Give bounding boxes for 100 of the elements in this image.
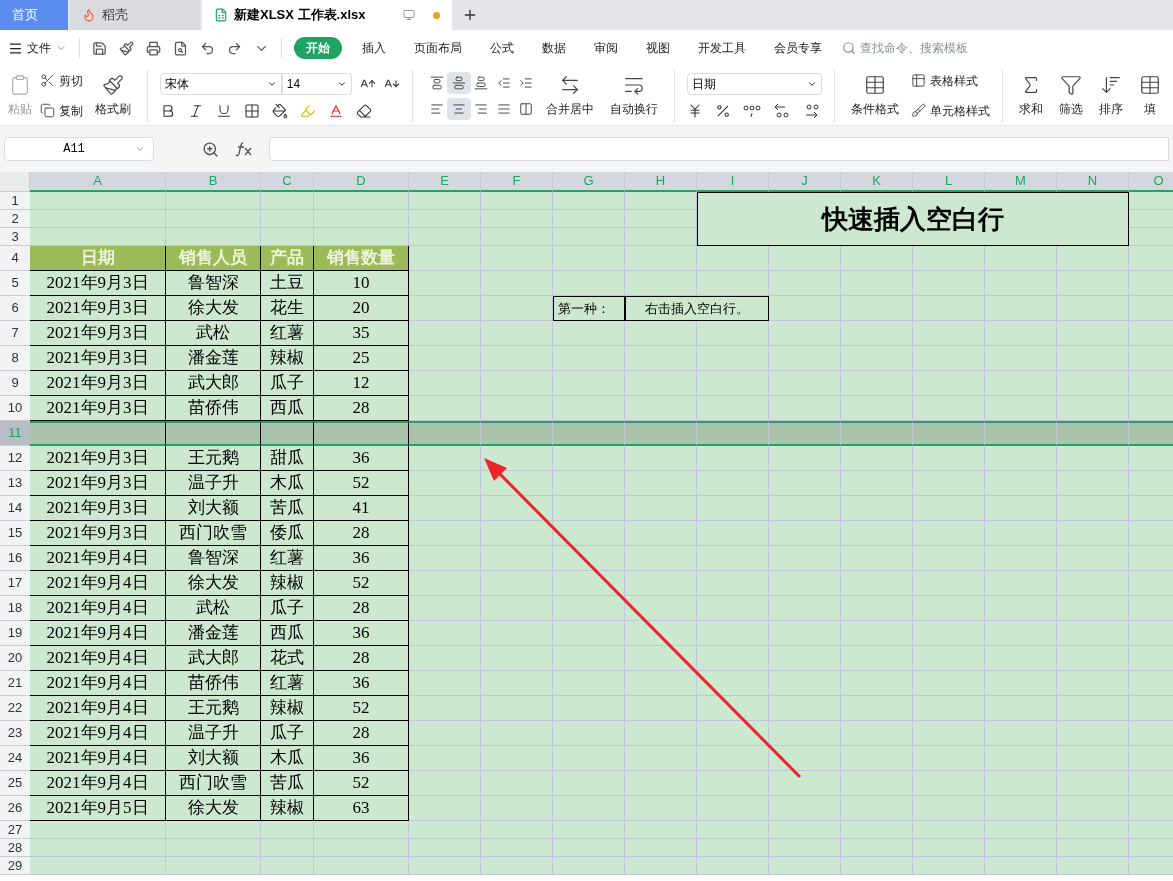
grid-cell — [841, 721, 913, 746]
ribbon-tab[interactable]: 页面布局 — [406, 37, 470, 59]
grid-cell — [1129, 446, 1173, 471]
grid-cell — [913, 521, 985, 546]
ribbon-tab[interactable]: 视图 — [638, 37, 678, 59]
print-preview-icon[interactable] — [173, 40, 188, 56]
row-header[interactable]: 18 — [0, 596, 30, 621]
font-size-field[interactable]: 14 — [281, 72, 352, 95]
increase-decimal-icon[interactable] — [773, 102, 792, 119]
search-field[interactable]: 查找命令、搜索模板 — [842, 39, 980, 57]
borders-icon[interactable] — [243, 102, 260, 119]
font-color-icon[interactable] — [327, 102, 344, 119]
row-header[interactable]: 24 — [0, 746, 30, 771]
thousands-separator-icon[interactable] — [743, 103, 762, 118]
print-icon[interactable] — [146, 40, 161, 56]
format-painter-icon[interactable] — [119, 40, 134, 56]
row-header[interactable]: 13 — [0, 471, 30, 496]
row-header[interactable]: 29 — [0, 857, 30, 875]
table-cell: 西门吹雪 — [166, 521, 261, 546]
ribbon-tab[interactable]: 开发工具 — [690, 37, 754, 59]
font-name-field[interactable]: 宋体 — [159, 72, 282, 95]
row-header[interactable]: 17 — [0, 571, 30, 596]
wrap-text-button[interactable]: 自动换行 — [606, 73, 663, 118]
filter-button[interactable]: 筛选 — [1055, 73, 1087, 118]
row-header[interactable]: 28 — [0, 839, 30, 857]
row-header[interactable]: 5 — [0, 271, 30, 296]
row-header[interactable]: 10 — [0, 396, 30, 421]
row-header[interactable]: 19 — [0, 621, 30, 646]
row-header[interactable]: 14 — [0, 496, 30, 521]
row-header[interactable]: 6 — [0, 296, 30, 321]
row-header[interactable]: 26 — [0, 796, 30, 821]
formula-input[interactable] — [269, 137, 1169, 161]
grid-cell — [409, 821, 481, 839]
grid-cell — [769, 321, 841, 346]
row-header[interactable]: 7 — [0, 321, 30, 346]
row-header[interactable]: 1 — [0, 192, 30, 210]
align-button[interactable] — [447, 97, 472, 120]
undo-icon[interactable] — [200, 40, 215, 56]
row-header[interactable]: 2 — [0, 210, 30, 228]
row-header[interactable]: 3 — [0, 228, 30, 246]
row-header[interactable]: 22 — [0, 696, 30, 721]
selected-row-cell — [409, 421, 481, 446]
selected-row-cell — [985, 421, 1057, 446]
document-tab[interactable]: 稻壳 — [70, 0, 200, 30]
align-button[interactable] — [447, 71, 472, 94]
row-header[interactable]: 21 — [0, 671, 30, 696]
new-tab-icon[interactable] — [462, 7, 478, 23]
sum-button[interactable]: 求和 — [1015, 73, 1047, 118]
table-style-button[interactable]: 表格样式 — [911, 71, 991, 90]
decrease-decimal-icon[interactable] — [803, 102, 822, 119]
grid-cell — [409, 546, 481, 571]
ribbon-tab[interactable]: 会员专享 — [766, 37, 830, 59]
conditional-format-button[interactable]: 条件格式 — [847, 73, 904, 118]
grid-cell — [985, 596, 1057, 621]
table-cell: 苗侨伟 — [166, 396, 261, 421]
row-header[interactable]: 16 — [0, 546, 30, 571]
row-header[interactable]: 9 — [0, 371, 30, 396]
grid-cell — [769, 296, 841, 321]
cell-style-button[interactable]: 单元格样式 — [911, 101, 991, 120]
row-header[interactable]: 23 — [0, 721, 30, 746]
copy-button[interactable]: 复制 — [40, 101, 83, 120]
fill-icon[interactable] — [271, 102, 288, 119]
ribbon-tab[interactable]: 数据 — [534, 37, 574, 59]
row-header[interactable]: 4 — [0, 246, 30, 271]
fill-button[interactable]: 填 — [1135, 73, 1165, 118]
percent-icon[interactable] — [715, 102, 732, 119]
merge-center-button[interactable]: 合并居中 — [542, 73, 599, 118]
grid-cell — [1129, 371, 1173, 396]
zoom-icon[interactable] — [202, 140, 219, 158]
table-cell: 2021年9月3日 — [30, 371, 166, 396]
grid-cell — [553, 746, 625, 771]
file-menu[interactable]: 文件 — [8, 39, 67, 57]
row-header[interactable]: 8 — [0, 346, 30, 371]
eraser-icon[interactable] — [355, 102, 372, 119]
row-header[interactable]: 20 — [0, 646, 30, 671]
function-icon[interactable] — [235, 141, 253, 157]
number-format-field[interactable]: 日期 — [687, 72, 823, 95]
save-icon[interactable] — [92, 40, 107, 56]
grid-cell — [481, 721, 553, 746]
table-cell: 徐大发 — [166, 796, 261, 821]
sort-button[interactable]: 排序 — [1095, 73, 1127, 118]
ribbon-tab[interactable]: 公式 — [482, 37, 522, 59]
name-box[interactable]: A11 — [4, 137, 154, 161]
grid-cell — [1129, 596, 1173, 621]
table-cell: 2021年9月4日 — [30, 621, 166, 646]
row-header[interactable]: 12 — [0, 446, 30, 471]
cut-button[interactable]: 剪切 — [40, 71, 83, 90]
grid-cell — [481, 646, 553, 671]
document-tab[interactable]: 新建XLSX 工作表.xlsx — [202, 0, 452, 30]
selected-row-cell — [841, 421, 913, 446]
underline-icon[interactable] — [215, 102, 232, 119]
ribbon-tab[interactable]: 审阅 — [586, 37, 626, 59]
row-header[interactable]: 25 — [0, 771, 30, 796]
ribbon-tab[interactable]: 插入 — [354, 37, 394, 59]
redo-icon[interactable] — [227, 40, 242, 56]
grid-cell — [625, 796, 697, 821]
format-painter-button[interactable]: 格式刷 — [91, 73, 135, 118]
row-header[interactable]: 27 — [0, 821, 30, 839]
row-header[interactable]: 15 — [0, 521, 30, 546]
alignment-icon — [452, 75, 467, 90]
